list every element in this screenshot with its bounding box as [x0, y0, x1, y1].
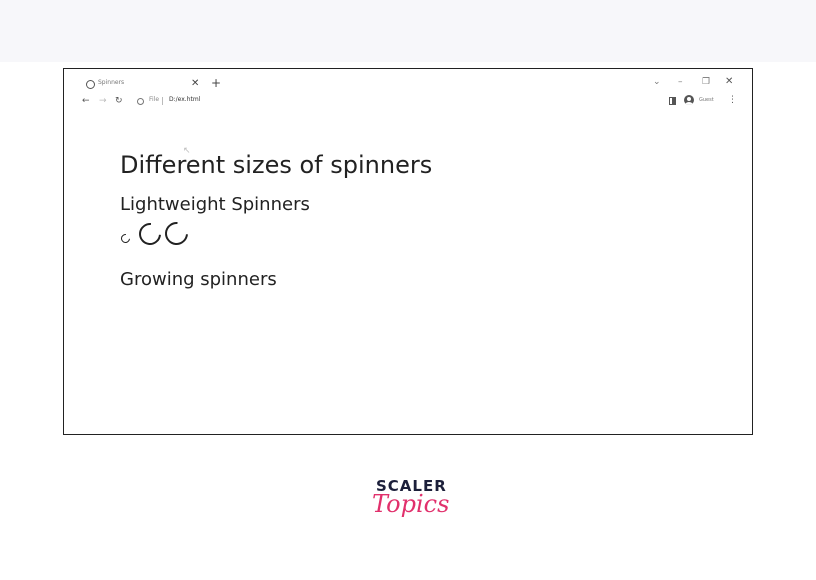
spinner-large	[160, 217, 193, 250]
side-panel-icon[interactable]	[669, 97, 676, 105]
browser-menu-button[interactable]: ⋮	[728, 94, 737, 106]
page-heading: Different sizes of spinners	[120, 151, 433, 179]
close-window-button[interactable]: ✕	[725, 76, 733, 88]
tab-search-icon[interactable]: ⌄	[653, 76, 661, 88]
top-band	[0, 0, 816, 62]
restore-button[interactable]: ❐	[702, 76, 710, 88]
globe-icon	[86, 80, 95, 89]
address-bar[interactable]: D:/ex.html	[169, 96, 200, 103]
spinner-small	[119, 232, 132, 245]
profile-label[interactable]: Guest	[699, 97, 714, 103]
tab-spinners[interactable]: Spinners ✕	[86, 77, 206, 91]
back-button[interactable]: ←	[82, 95, 90, 107]
address-divider	[162, 97, 163, 105]
lightweight-spinners-heading: Lightweight Spinners	[120, 194, 310, 215]
spinner-medium	[134, 218, 166, 250]
growing-spinners-heading: Growing spinners	[120, 269, 277, 290]
new-tab-button[interactable]: +	[211, 76, 221, 90]
browser-window: Spinners ✕ + ⌄ – ❐ ✕ ← → ↻ File D:/ex.ht…	[63, 68, 753, 435]
forward-button[interactable]: →	[99, 95, 107, 107]
site-info-icon[interactable]	[137, 98, 144, 105]
scheme-label: File	[149, 96, 160, 103]
tab-title: Spinners	[98, 79, 125, 86]
scaler-topics-logo: SCALER Topics	[372, 477, 455, 537]
minimize-button[interactable]: –	[678, 76, 683, 88]
reload-button[interactable]: ↻	[115, 95, 123, 107]
logo-topics-text: Topics	[372, 490, 450, 518]
close-tab-icon[interactable]: ✕	[191, 77, 199, 91]
profile-avatar-icon[interactable]	[684, 95, 694, 105]
